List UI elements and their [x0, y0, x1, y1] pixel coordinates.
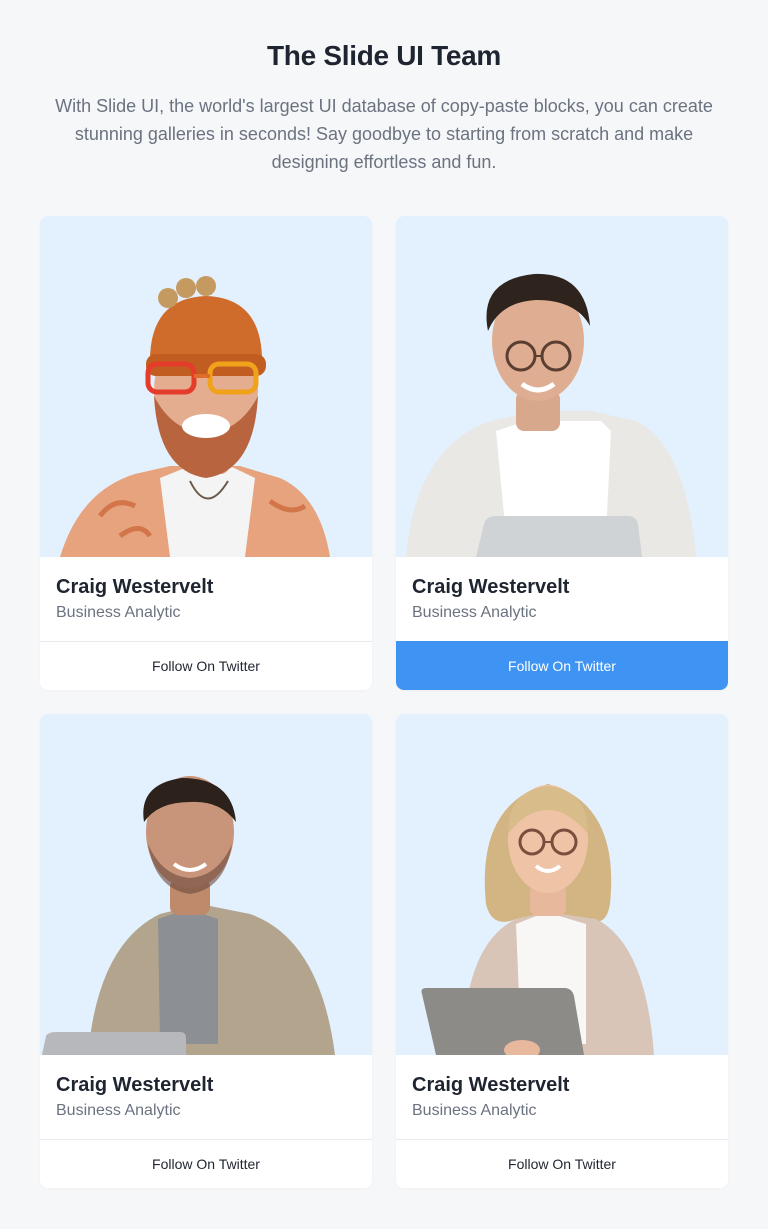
follow-on-twitter-button[interactable]: Follow On Twitter [396, 641, 728, 690]
team-member-role: Business Analytic [412, 1102, 537, 1119]
team-card: Craig Westervelt Business Analytic Follo… [396, 216, 728, 690]
team-member-photo [40, 714, 372, 1055]
man-glasses-white-shirt-laptop-photo [406, 273, 696, 557]
follow-on-twitter-button[interactable]: Follow On Twitter [40, 641, 372, 690]
team-member-name: Craig Westervelt [412, 1074, 570, 1096]
page-subtitle: With Slide UI, the world's largest UI da… [55, 96, 713, 172]
team-member-name: Craig Westervelt [56, 576, 214, 598]
team-card: Craig Westervelt Business Analytic Follo… [40, 714, 372, 1188]
team-card: Craig Westervelt Business Analytic Follo… [396, 714, 728, 1188]
team-member-role: Business Analytic [56, 1102, 181, 1119]
follow-on-twitter-button[interactable]: Follow On Twitter [40, 1139, 372, 1188]
team-member-photo [396, 216, 728, 557]
woman-glasses-cardigan-laptop-photo [421, 784, 654, 1055]
team-member-photo [396, 714, 728, 1055]
page-title: The Slide UI Team [267, 40, 501, 71]
follow-on-twitter-button[interactable]: Follow On Twitter [396, 1139, 728, 1188]
team-member-name: Craig Westervelt [412, 576, 570, 598]
team-member-name: Craig Westervelt [56, 1074, 214, 1096]
man-beanie-orange-glasses-photo [60, 276, 330, 557]
team-member-role: Business Analytic [56, 604, 181, 621]
team-member-photo [40, 216, 372, 557]
team-card: Craig Westervelt Business Analytic Follo… [40, 216, 372, 690]
man-beige-jacket-laptop-photo [42, 776, 335, 1055]
team-member-role: Business Analytic [412, 604, 537, 621]
